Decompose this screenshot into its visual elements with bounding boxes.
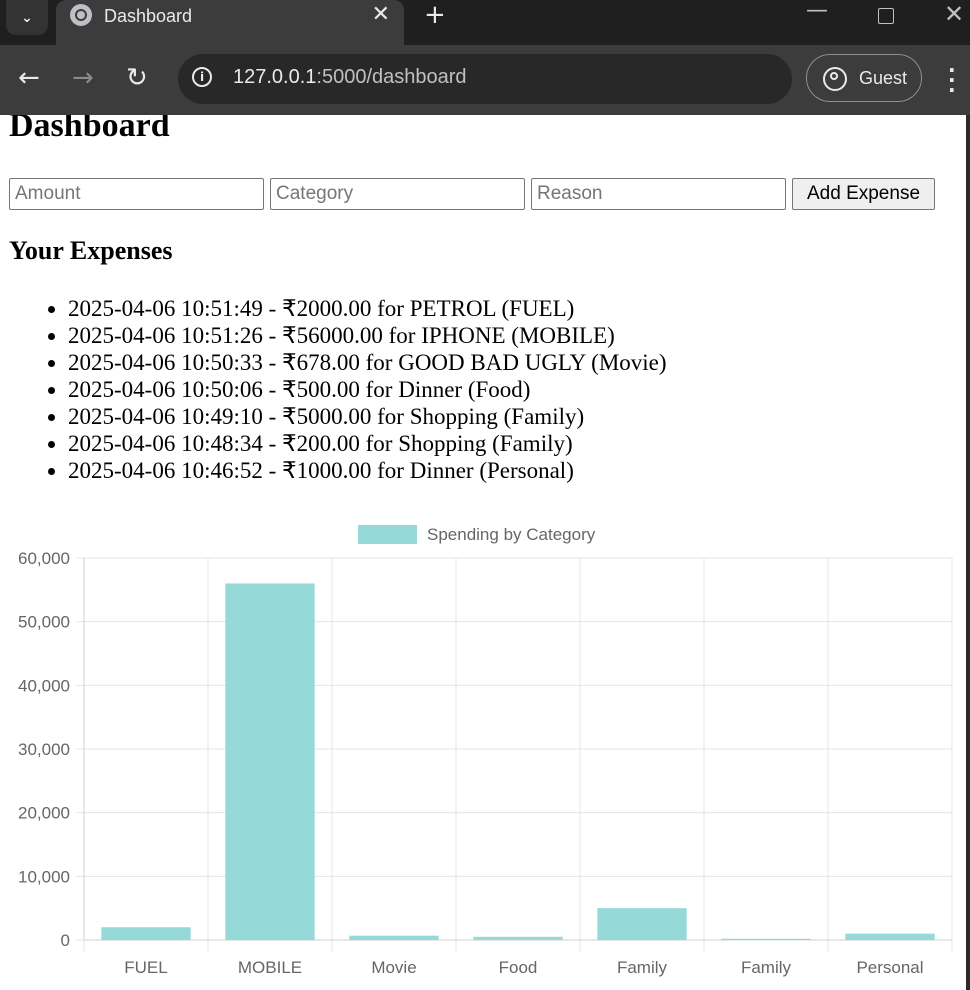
back-arrow-icon[interactable]: ← — [18, 63, 40, 93]
new-tab-button[interactable]: + — [424, 0, 446, 30]
x-tick-label: Food — [499, 958, 538, 977]
x-tick-label: Family — [617, 958, 668, 977]
bar-mobile — [225, 583, 315, 940]
y-tick-label: 20,000 — [18, 804, 70, 823]
url-host: 127.0.0.1 — [233, 66, 317, 88]
site-info-icon[interactable]: i — [192, 67, 212, 87]
legend-label: Spending by Category — [427, 525, 596, 544]
bar-family — [721, 938, 811, 940]
close-icon[interactable]: ✕ — [372, 2, 390, 27]
x-tick-label: MOBILE — [238, 958, 302, 977]
profile-label: Guest — [859, 68, 908, 88]
active-tab[interactable]: Dashboard ✕ — [56, 0, 404, 45]
y-tick-label: 10,000 — [18, 867, 70, 886]
tab-search-button[interactable]: ⌄ — [6, 0, 48, 35]
bar-food — [473, 936, 563, 940]
profile-icon — [823, 67, 847, 91]
x-tick-label: Personal — [856, 958, 923, 977]
x-tick-label: Family — [741, 958, 792, 977]
globe-icon — [70, 4, 92, 26]
bar-personal — [845, 933, 935, 940]
more-options-icon[interactable]: · · · — [948, 60, 956, 100]
window-close-icon[interactable]: ✕ — [944, 0, 964, 28]
url-text[interactable]: 127.0.0.1:5000/dashboard — [233, 66, 467, 89]
y-tick-label: 50,000 — [18, 613, 70, 632]
minimize-icon[interactable]: — — [806, 0, 828, 23]
y-tick-label: 40,000 — [18, 676, 70, 695]
browser-toolbar: ← → ↻ i 127.0.0.1:5000/dashboard Guest ·… — [0, 45, 970, 115]
page-content: Dashboard Add Expense Your Expenses 2025… — [0, 115, 970, 990]
reload-icon[interactable]: ↻ — [126, 63, 148, 93]
maximize-icon[interactable] — [878, 8, 894, 24]
y-tick-label: 30,000 — [18, 740, 70, 759]
tab-strip: ⌄ Dashboard ✕ + — ✕ — [0, 0, 970, 45]
profile-button[interactable]: Guest — [806, 54, 922, 102]
x-tick-label: FUEL — [124, 958, 167, 977]
address-bar[interactable]: i 127.0.0.1:5000/dashboard — [178, 54, 792, 104]
tab-title: Dashboard — [104, 6, 193, 26]
y-tick-label: 0 — [61, 931, 70, 950]
spending-chart: 0 10,000 20,000 30,000 40,000 50,000 60,000 FUE… — [18, 525, 953, 977]
x-tick-label: Movie — [371, 958, 416, 977]
y-tick-label: 60,000 — [18, 549, 70, 568]
bar-family — [597, 908, 687, 940]
legend-swatch — [358, 525, 417, 544]
url-path: :5000/dashboard — [316, 66, 467, 88]
bar-fuel — [101, 927, 191, 940]
bar-movie — [349, 935, 439, 940]
forward-arrow-icon[interactable]: → — [72, 63, 94, 93]
